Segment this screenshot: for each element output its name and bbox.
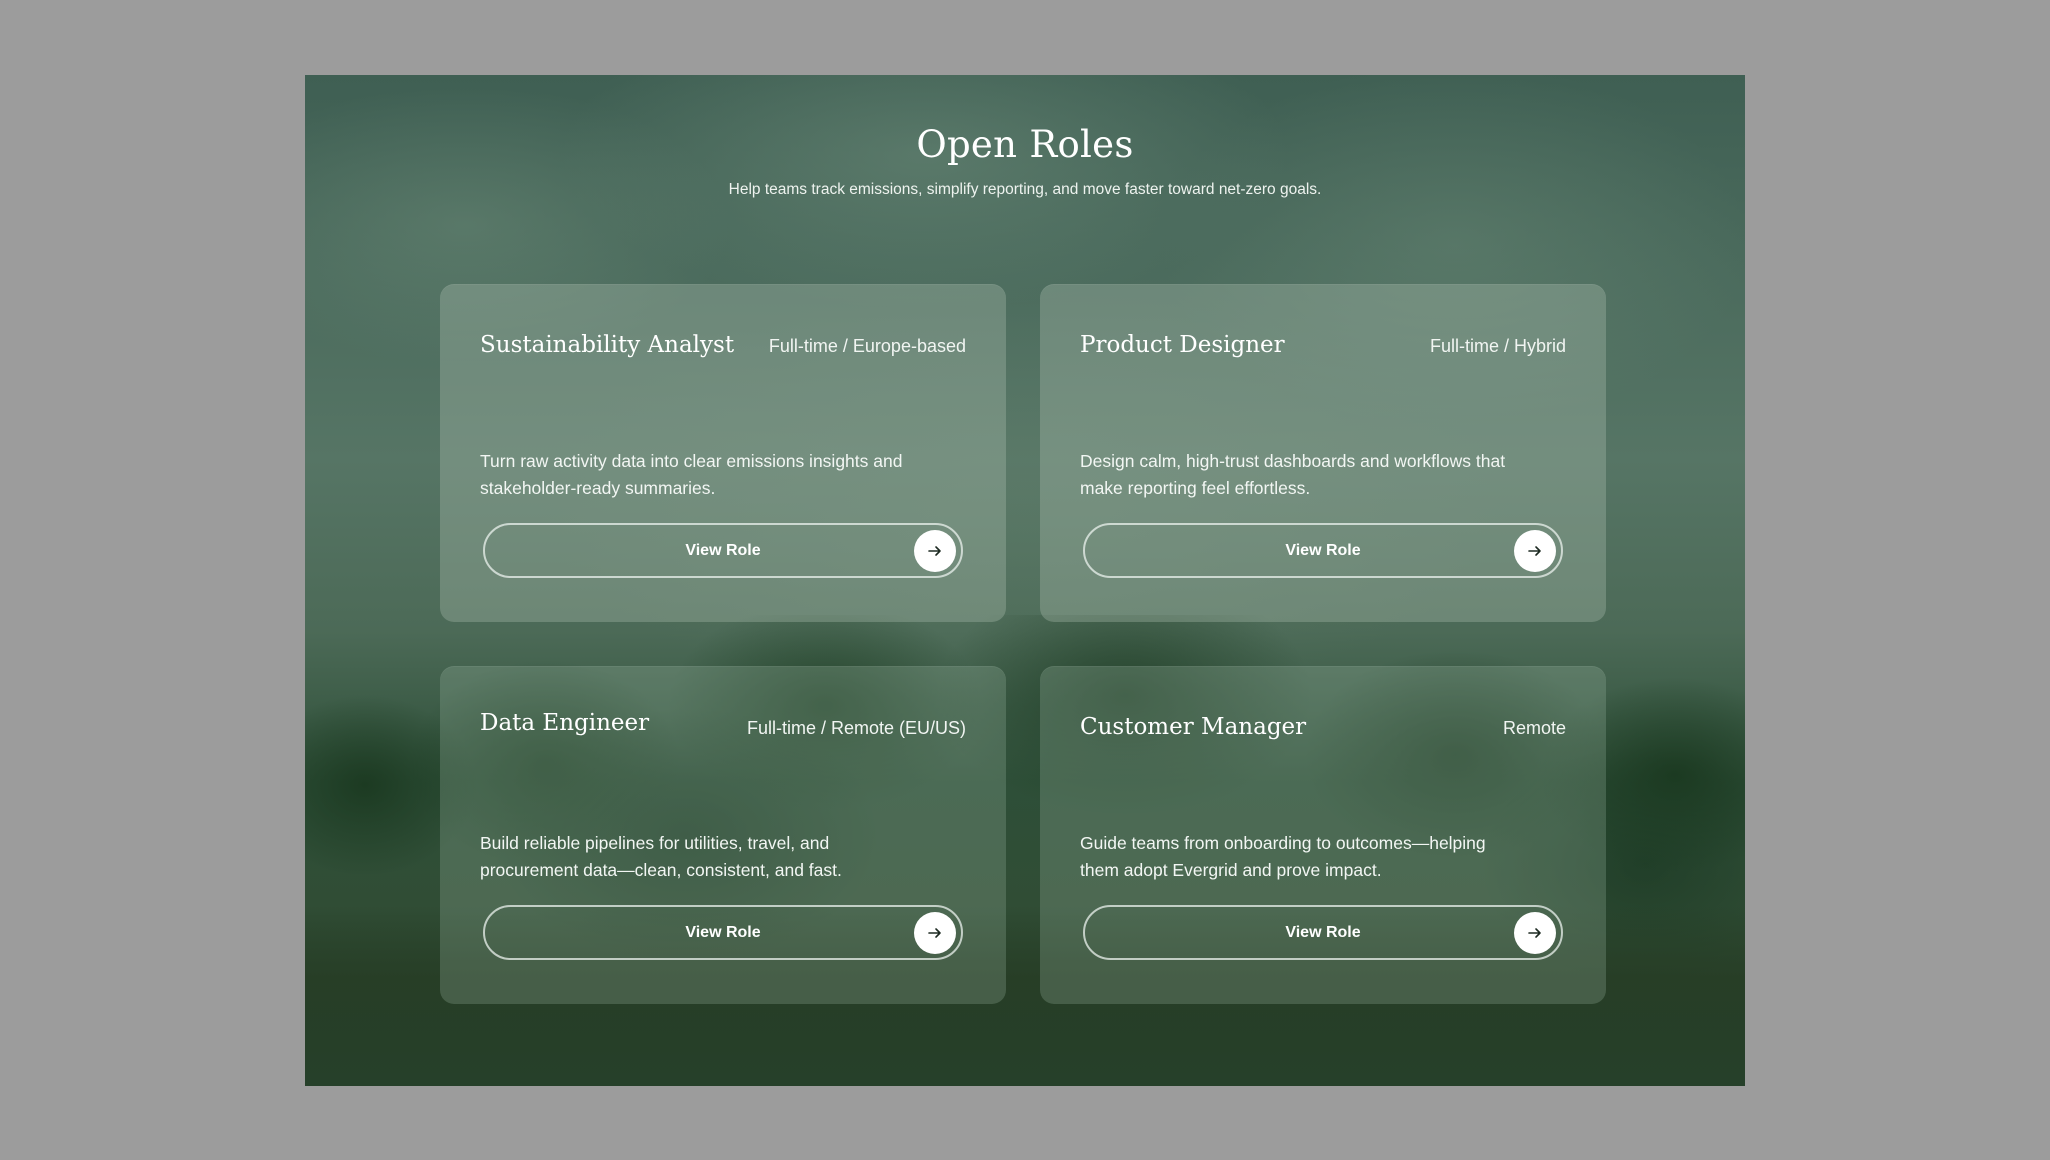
page-title: Open Roles [916, 123, 1134, 166]
role-description: Turn raw activity data into clear emissi… [480, 451, 903, 498]
role-title: Product Designer [1080, 332, 1285, 358]
view-role-label: View Role [685, 923, 761, 941]
page-subtitle: Help teams track emissions, simplify rep… [728, 181, 1322, 198]
role-meta: Full-time / Remote (EU/US) [746, 718, 966, 738]
role-description: Build reliable pipelines for utilities, … [480, 833, 842, 880]
view-role-button[interactable]: View Role [483, 905, 963, 960]
role-description: Design calm, high-trust dashboards and w… [1080, 451, 1506, 498]
arrow-right-icon [914, 529, 956, 572]
arrow-right-icon [1514, 911, 1556, 954]
role-card-customer-manager: Customer Manager Remote Guide teams from… [1040, 666, 1606, 1004]
role-card-sustainability-analyst: Sustainability Analyst Full-time / Europ… [440, 284, 1006, 622]
role-title: Customer Manager [1080, 714, 1307, 740]
role-meta: Full-time / Europe-based [768, 336, 966, 356]
view-role-label: View Role [685, 541, 761, 559]
view-role-label: View Role [1285, 541, 1361, 559]
view-role-button[interactable]: View Role [1083, 905, 1563, 960]
arrow-right-icon [1514, 529, 1556, 572]
role-meta: Remote [1502, 718, 1566, 738]
view-role-button[interactable]: View Role [1083, 523, 1563, 578]
role-title: Data Engineer [480, 710, 650, 736]
role-card-data-engineer: Data Engineer Full-time / Remote (EU/US)… [440, 666, 1006, 1004]
role-description: Guide teams from onboarding to outcomes—… [1080, 833, 1486, 880]
open-roles-section: Open Roles Help teams track emissions, s… [305, 75, 1745, 1086]
role-card-product-designer: Product Designer Full-time / Hybrid Desi… [1040, 284, 1606, 622]
role-title: Sustainability Analyst [480, 332, 735, 358]
arrow-right-icon [914, 911, 956, 954]
role-meta: Full-time / Hybrid [1429, 336, 1566, 356]
view-role-label: View Role [1285, 923, 1361, 941]
view-role-button[interactable]: View Role [483, 523, 963, 578]
